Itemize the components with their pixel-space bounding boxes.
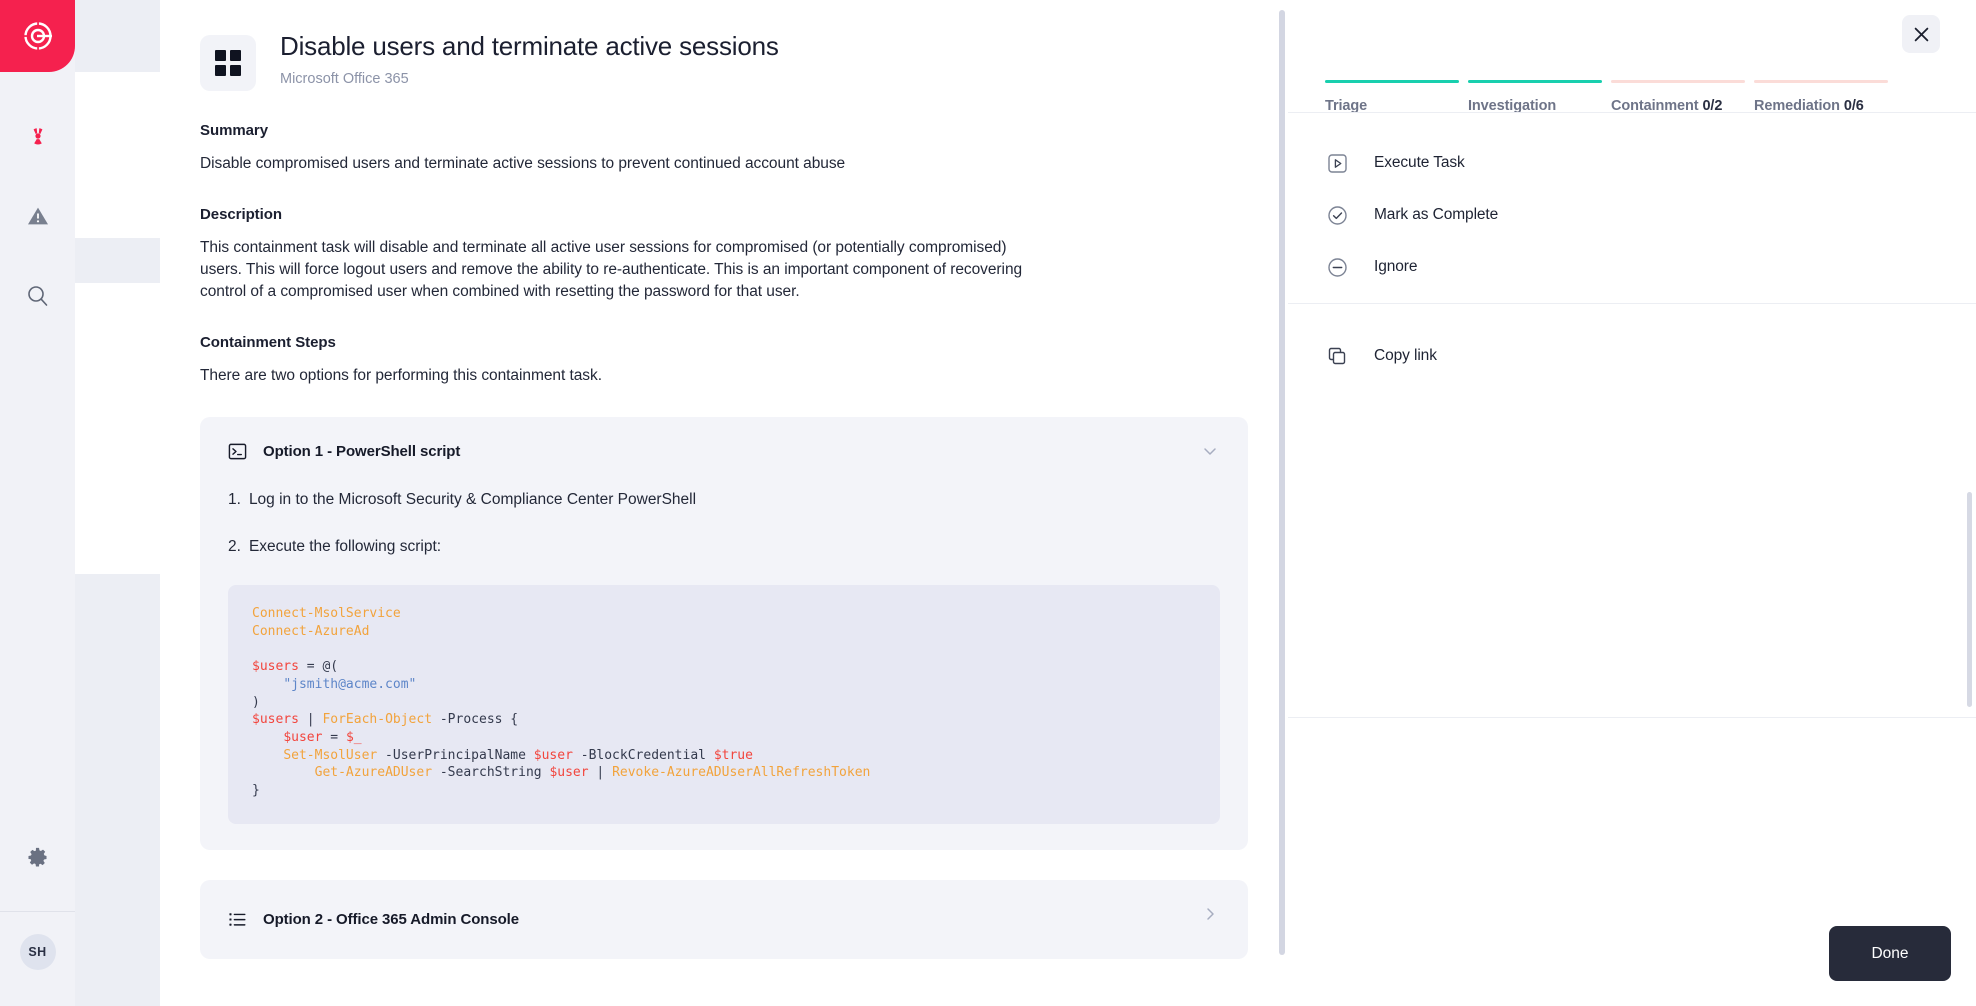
gear-icon	[28, 847, 47, 867]
check-circle-icon	[1325, 203, 1349, 227]
chevron-down-icon[interactable]	[1202, 443, 1218, 464]
list-item: 2. Execute the following script:	[228, 536, 1218, 558]
backdrop-band-mid	[75, 238, 160, 283]
tab-triage[interactable]: Triage	[1325, 80, 1468, 114]
close-icon	[1914, 27, 1928, 41]
tab-progress-bar	[1468, 80, 1602, 83]
description-heading: Description	[200, 206, 282, 223]
tabs-divider	[1288, 112, 1976, 113]
tab-containment[interactable]: Containment 0/2	[1611, 80, 1754, 114]
backdrop-band-top	[75, 0, 160, 72]
option-2-card: Option 2 - Office 365 Admin Console	[200, 879, 1248, 959]
tab-investigation[interactable]: Investigation	[1468, 80, 1611, 114]
tab-progress-bar	[1325, 80, 1459, 83]
logo-icon	[23, 22, 52, 50]
containment-steps-text: There are two options for performing thi…	[200, 367, 602, 384]
execute-task-button[interactable]: Execute Task	[1325, 137, 1935, 189]
panel-scrollbar[interactable]	[1967, 492, 1972, 707]
search-icon	[27, 286, 47, 306]
avatar-wrapper: SH	[19, 934, 56, 970]
done-button[interactable]: Done	[1829, 926, 1951, 981]
option-1-header[interactable]: Option 1 - PowerShell script	[200, 417, 1248, 465]
action-label: Execute Task	[1374, 154, 1465, 171]
radiation-icon	[33, 128, 42, 145]
step-number: 2.	[228, 537, 241, 555]
tab-progress-bar	[1611, 80, 1745, 83]
page-subtitle: Microsoft Office 365	[280, 70, 409, 87]
containment-steps-heading: Containment Steps	[200, 334, 336, 351]
close-button[interactable]	[1902, 15, 1940, 53]
summary-heading: Summary	[200, 122, 269, 139]
panel-bottom-divider	[1288, 717, 1976, 718]
copy-link-group: Copy link	[1325, 330, 1935, 382]
sidebar-item-alerts[interactable]	[16, 194, 60, 238]
copy-icon	[1325, 344, 1349, 368]
task-detail-content: Disable users and terminate active sessi…	[160, 0, 1288, 959]
powershell-code-block[interactable]: Connect-MsolService Connect-AzureAd $use…	[228, 585, 1220, 824]
list-icon	[229, 912, 246, 926]
action-side-panel: Triage Investigation Containment 0/2 Remedi…	[1288, 0, 1976, 1006]
grid-icon	[215, 50, 241, 76]
action-list: Execute Task Mark as Complete Ignore	[1325, 137, 1935, 293]
phase-tabs: Triage Investigation Containment 0/2 Remedi…	[1325, 80, 1900, 114]
actions-divider	[1288, 303, 1976, 304]
tab-progress-bar	[1754, 80, 1888, 83]
rail-icon-list	[16, 114, 60, 318]
copy-link-label: Copy link	[1374, 347, 1437, 364]
scrollbar-thumb[interactable]	[1279, 10, 1285, 955]
copy-link-button[interactable]: Copy link	[1325, 330, 1935, 382]
task-detail-panel: Disable users and terminate active sessi…	[160, 0, 1288, 1006]
task-header: Disable users and terminate active sessi…	[200, 30, 1248, 91]
ignore-button[interactable]: Ignore	[1325, 241, 1935, 293]
rail-divider	[0, 911, 75, 912]
chevron-right-icon[interactable]	[1202, 906, 1218, 927]
minus-circle-icon	[1325, 255, 1349, 279]
page-title: Disable users and terminate active sessi…	[280, 31, 779, 61]
avatar[interactable]: SH	[19, 934, 56, 970]
step-number: 1.	[228, 491, 241, 508]
summary-text: Disable compromised users and terminate …	[200, 155, 846, 172]
option-2-title: Option 2 - Office 365 Admin Console	[263, 910, 519, 928]
terminal-icon	[228, 443, 247, 460]
action-label: Mark as Complete	[1374, 206, 1499, 223]
mark-as-complete-button[interactable]: Mark as Complete	[1325, 189, 1935, 241]
document-scrollbar[interactable]	[1279, 10, 1285, 980]
rail-bottom-group: SH	[0, 835, 75, 1006]
alert-triangle-icon	[27, 207, 48, 225]
app-icon-tile	[200, 35, 256, 91]
play-square-icon	[1325, 151, 1349, 175]
option-2-header[interactable]: Option 2 - Office 365 Admin Console	[200, 880, 1248, 959]
sidebar-item-search[interactable]	[16, 274, 60, 318]
option-1-card: Option 1 - PowerShell script 1. Log in t…	[200, 417, 1248, 850]
sidebar-item-incidents[interactable]	[16, 114, 60, 158]
action-label: Ignore	[1374, 258, 1418, 275]
option-1-steps: 1. Log in to the Microsoft Security & Co…	[200, 465, 1248, 557]
settings-button[interactable]	[16, 835, 60, 879]
step-text: Log in to the Microsoft Security & Compl…	[248, 491, 697, 508]
tab-remediation[interactable]: Remediation 0/6	[1754, 80, 1897, 114]
task-heading-group: Disable users and terminate active sessi…	[280, 31, 779, 87]
list-item: 1. Log in to the Microsoft Security & Co…	[228, 489, 1218, 511]
step-text: Execute the following script:	[248, 537, 442, 555]
option-1-title: Option 1 - PowerShell script	[263, 443, 461, 460]
app-logo[interactable]	[0, 0, 75, 72]
description-text: This containment task will disable and t…	[200, 239, 1023, 300]
left-nav-rail: SH	[0, 0, 75, 1006]
backdrop-band-bottom	[75, 574, 160, 1006]
